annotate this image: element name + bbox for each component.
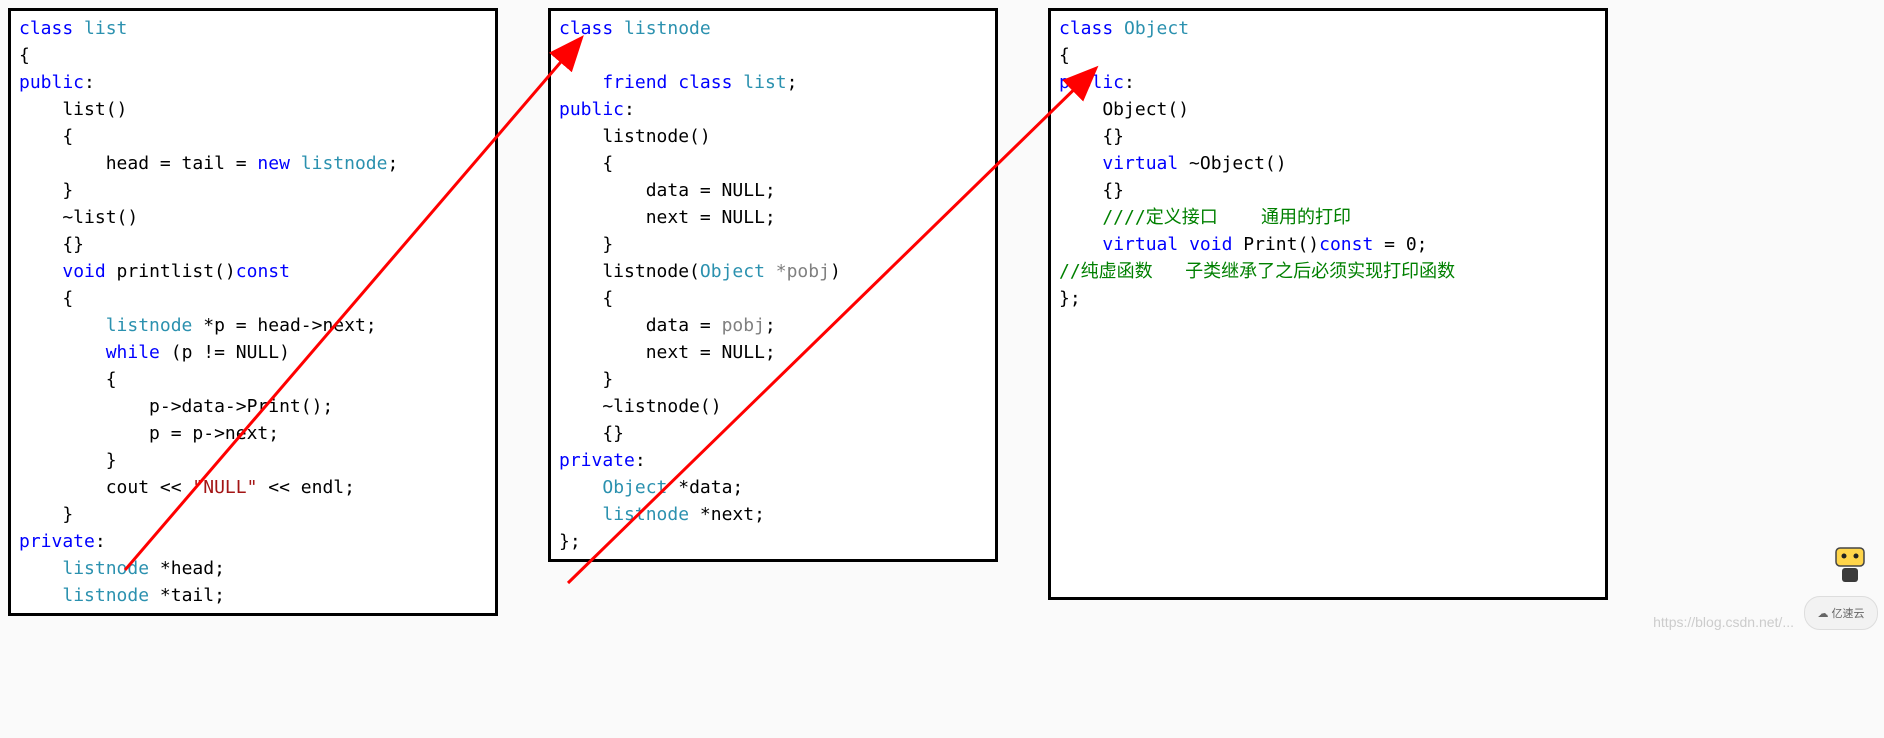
watermark-text: https://blog.csdn.net/... — [1653, 614, 1794, 630]
code-panel-listnode: class listnode { friend class list; publ… — [548, 8, 998, 562]
keyword-virtual: virtual — [1102, 153, 1178, 174]
keyword-public: public — [19, 72, 84, 93]
type-listnode: listnode — [301, 153, 388, 174]
keyword-void: void — [62, 261, 105, 282]
comment-interface: ////定义接口 通用的打印 — [1059, 207, 1351, 228]
code-panel-list: class list { public: list() { head = tai… — [8, 8, 498, 616]
code-block-listnode: class listnode { friend class list; publ… — [559, 15, 987, 555]
comment-pure-virtual: //纯虚函数 子类继承了之后必须实现打印函数 — [1059, 261, 1455, 282]
keyword-const: const — [236, 261, 290, 282]
keyword-private: private — [19, 531, 95, 552]
keyword-while: while — [106, 342, 160, 363]
keyword-friend: friend — [602, 72, 667, 93]
keyword-new: new — [257, 153, 290, 174]
string-null: "NULL" — [192, 477, 257, 498]
type-list: list — [84, 18, 127, 39]
code-panels-row: class list { public: list() { head = tai… — [8, 8, 1876, 616]
cartoon-icon — [1822, 536, 1878, 592]
keyword-class: class — [19, 18, 73, 39]
cloud-icon: ☁ — [1818, 607, 1829, 620]
code-panel-object: class Object { public: Object() {} virtu… — [1048, 8, 1608, 600]
badge-yisu: ☁ 亿速云 — [1804, 596, 1878, 630]
param-pobj: *pobj — [765, 261, 830, 282]
type-object: Object — [700, 261, 765, 282]
code-block-list: class list { public: list() { head = tai… — [19, 15, 487, 609]
code-block-object: class Object { public: Object() {} virtu… — [1059, 15, 1597, 312]
